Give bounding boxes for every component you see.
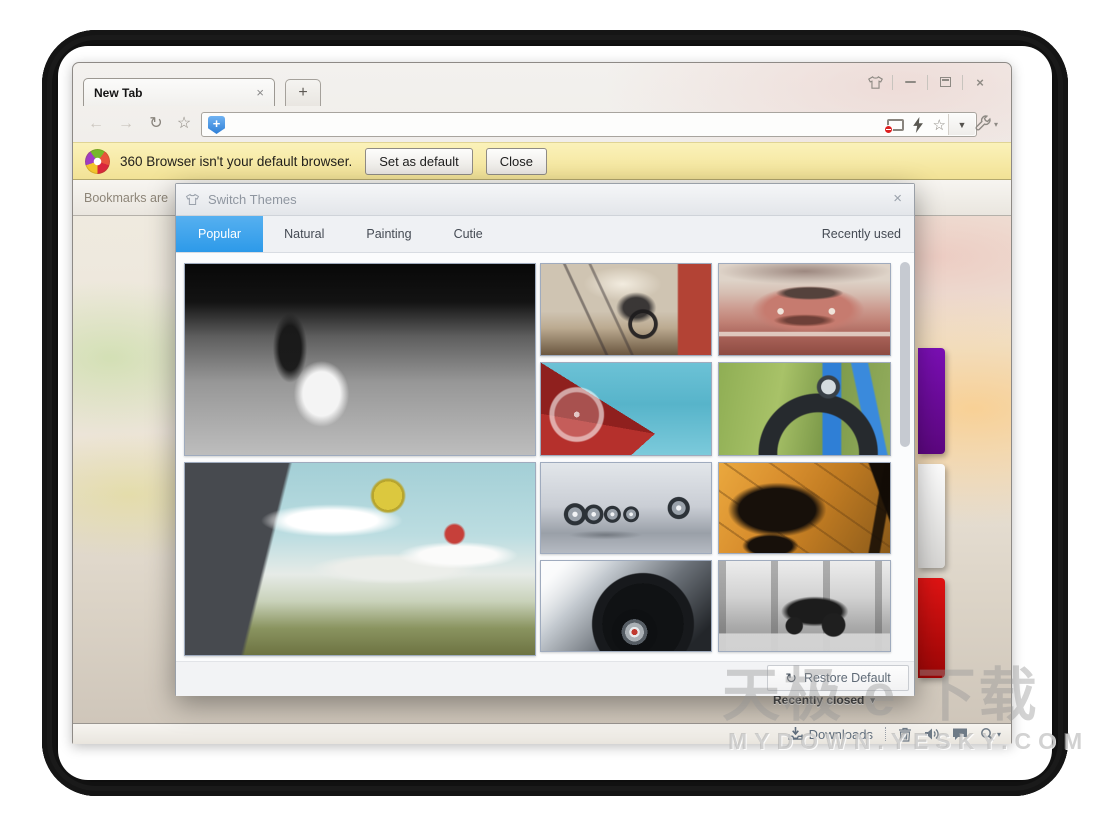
page-star-icon[interactable]: ☆ (933, 116, 946, 134)
theme-thumbnail-car-wheel[interactable] (540, 560, 712, 652)
close-window-button[interactable]: × (963, 72, 997, 92)
theme-thumbnail-motorcycle[interactable] (718, 560, 891, 652)
mute-button[interactable] (924, 727, 940, 741)
tab-new-tab[interactable]: New Tab × (83, 78, 275, 106)
tshirt-icon (867, 75, 884, 90)
speaker-icon (924, 727, 940, 741)
dialog-title-bar[interactable]: Switch Themes × (176, 184, 914, 216)
close-icon: × (976, 75, 984, 90)
lightning-icon[interactable] (913, 117, 924, 133)
zoom-chevron-icon: ▾ (997, 730, 1001, 739)
theme-tshirt-button[interactable] (858, 72, 892, 92)
dotted-divider (885, 727, 886, 741)
trash-icon (898, 727, 912, 742)
dialog-tab-bar: Popular Natural Painting Cutie Recently … (176, 216, 914, 253)
theme-thumbnail-paper-boats[interactable] (540, 362, 712, 456)
shield-plus-icon[interactable]: + (208, 116, 225, 134)
forward-button[interactable]: → (115, 113, 137, 135)
restore-default-button[interactable]: ↻ Restore Default (767, 665, 909, 691)
wrench-icon (973, 114, 993, 134)
dialog-title: Switch Themes (208, 192, 297, 207)
new-tab-button[interactable]: + (285, 79, 321, 106)
default-browser-notification: 360 Browser isn't your default browser. … (73, 142, 1011, 180)
settings-wrench-button[interactable]: ▾ (973, 112, 1003, 136)
screen-capture-icon[interactable] (887, 119, 904, 131)
feedback-button[interactable] (952, 727, 968, 741)
trash-button[interactable] (898, 727, 912, 742)
theme-thumbnail-girl-with-dog[interactable] (184, 263, 536, 456)
theme-grid (176, 253, 914, 661)
tab-close-icon[interactable]: × (256, 86, 264, 99)
wrench-chevron-icon: ▾ (994, 120, 998, 129)
theme-thumbnail-mountains-balloons[interactable] (184, 462, 536, 656)
maximize-icon (940, 77, 951, 87)
theme-thumbnail-skateboard[interactable] (718, 462, 891, 554)
tab-cutie[interactable]: Cutie (433, 216, 504, 252)
set-as-default-button[interactable]: Set as default (365, 148, 473, 175)
plus-icon: + (298, 84, 307, 102)
tab-strip: New Tab × + × (73, 63, 1011, 106)
restore-default-label: Restore Default (804, 671, 891, 685)
zoom-control[interactable]: ▾ (980, 727, 1001, 742)
browser-360-logo (85, 149, 110, 174)
toolbar: ← → ↻ ☆ + ☆ ▼ (73, 106, 1011, 142)
notification-close-button[interactable]: Close (486, 148, 547, 175)
back-button[interactable]: ← (85, 113, 107, 135)
downloads-button[interactable]: Downloads (788, 727, 873, 742)
dialog-close-icon[interactable]: × (893, 191, 902, 206)
speed-dial-tile-white[interactable] (918, 464, 945, 568)
status-bar: Downloads (73, 723, 1011, 744)
switch-themes-dialog: Switch Themes × Popular Natural Painting… (175, 183, 915, 696)
tab-natural[interactable]: Natural (263, 216, 345, 252)
minimize-icon (905, 81, 916, 83)
notification-text: 360 Browser isn't your default browser. (120, 154, 352, 169)
red-minus-badge (884, 125, 893, 134)
tab-title: New Tab (94, 86, 256, 100)
chat-bubble-icon (952, 727, 968, 741)
tshirt-icon (185, 193, 200, 206)
maximize-button[interactable] (928, 72, 962, 92)
magnifier-icon (980, 727, 995, 742)
restore-icon: ↻ (785, 671, 797, 685)
tab-painting[interactable]: Painting (345, 216, 432, 252)
dialog-footer: ↻ Restore Default (176, 661, 914, 696)
speed-dial-tile-purple[interactable] (918, 348, 945, 454)
minimize-button[interactable] (893, 72, 927, 92)
bookmarks-hint-text: Bookmarks are (84, 191, 168, 205)
theme-thumbnail-blue-bicycle[interactable] (718, 362, 891, 456)
dialog-scrollbar-thumb[interactable] (900, 262, 910, 447)
refresh-button[interactable]: ↻ (145, 113, 167, 135)
downloads-label: Downloads (809, 727, 873, 742)
theme-thumbnail-newtons-cradle[interactable] (540, 462, 712, 554)
download-icon (788, 727, 803, 741)
bookmark-star-button[interactable]: ☆ (173, 113, 195, 135)
recently-used-link[interactable]: Recently used (822, 216, 914, 252)
theme-thumbnail-vintage-truck[interactable] (718, 263, 891, 356)
theme-thumbnail-bicycles[interactable] (540, 263, 712, 356)
address-bar-actions: ☆ (887, 113, 946, 136)
speed-dial-tile-red[interactable] (918, 578, 945, 678)
screenshot-page: New Tab × + × ← (0, 0, 1110, 824)
address-dropdown-button[interactable]: ▼ (948, 114, 975, 135)
window-controls: × (858, 71, 997, 93)
chevron-down-icon: ▾ (870, 695, 875, 706)
address-bar[interactable]: + ☆ ▼ (201, 112, 977, 137)
tab-popular[interactable]: Popular (176, 216, 263, 252)
